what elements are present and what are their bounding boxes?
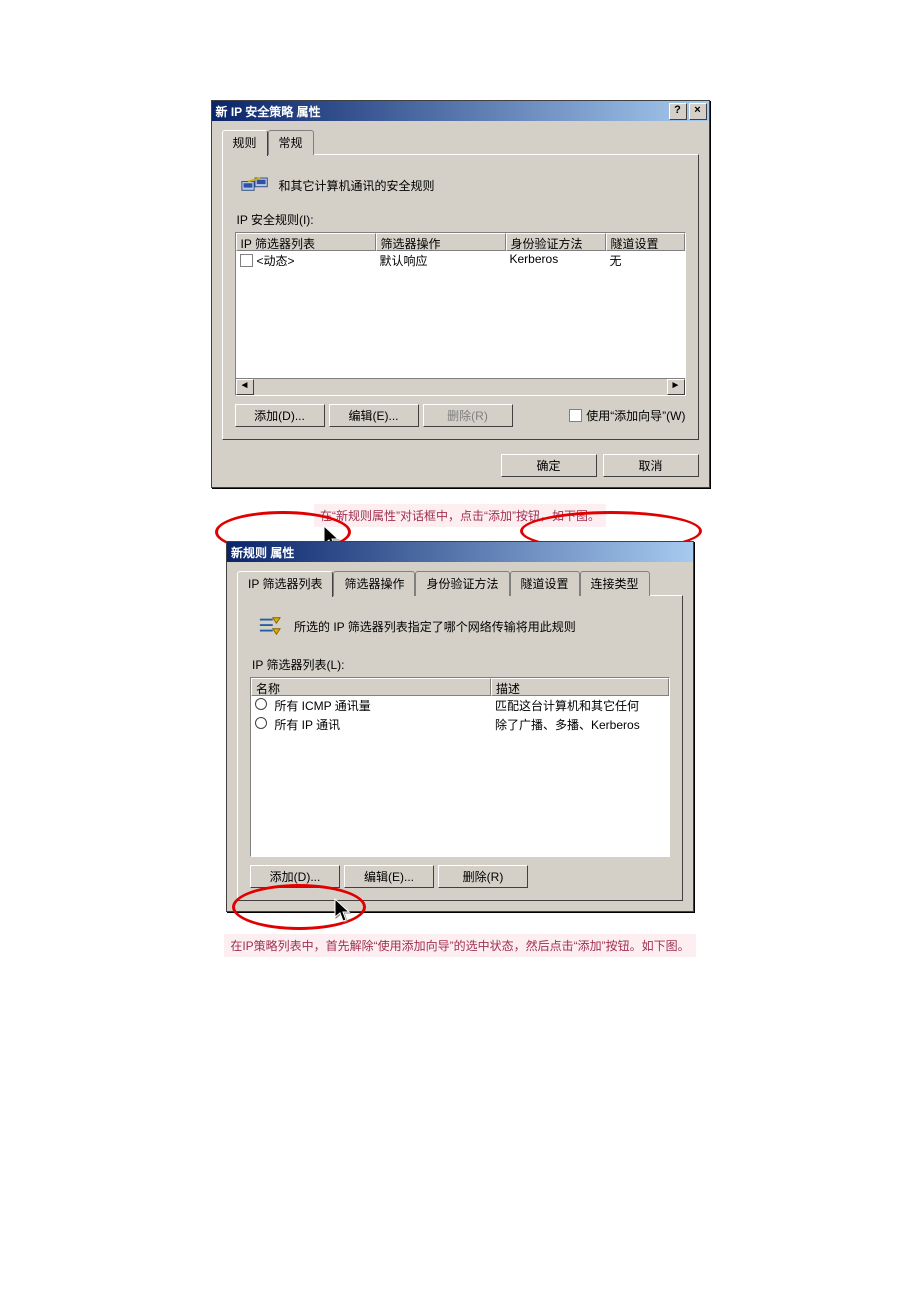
dialog-title: 新规则 属性: [231, 544, 691, 561]
tab-connection-type[interactable]: 连接类型: [580, 571, 650, 596]
column-auth-method[interactable]: 身份验证方法: [506, 233, 606, 251]
tab-filter-action[interactable]: 筛选器操作: [333, 571, 415, 596]
tab-tunnel[interactable]: 隧道设置: [510, 571, 580, 596]
cell-name: 所有 IP 通讯: [274, 718, 340, 732]
edit-button[interactable]: 编辑(E)...: [329, 404, 419, 427]
cell-filter-list: <动态>: [257, 252, 295, 269]
filter-list-label: IP 筛选器列表(L):: [252, 656, 670, 673]
cell-description: 除了广播、多播、Kerberos: [491, 716, 669, 733]
titlebar[interactable]: 新规则 属性: [227, 542, 693, 562]
ip-security-rules-list[interactable]: IP 筛选器列表 筛选器操作 身份验证方法 隧道设置 <动态>: [235, 232, 686, 396]
tabstrip: 规则 常规: [222, 129, 699, 155]
use-wizard-checkbox-wrap[interactable]: 使用“添加向导”(W): [569, 407, 685, 424]
cursor-icon: [334, 898, 352, 924]
scroll-right-button[interactable]: ►: [667, 379, 685, 395]
tab-ip-filter-list[interactable]: IP 筛选器列表: [237, 571, 333, 597]
column-description[interactable]: 描述: [491, 678, 669, 696]
cell-filter-action: 默认响应: [376, 252, 506, 270]
remove-button[interactable]: 删除(R): [423, 404, 513, 427]
add-button[interactable]: 添加(D)...: [235, 404, 325, 427]
add-button[interactable]: 添加(D)...: [250, 865, 340, 888]
highlight-add-button: [232, 884, 366, 930]
cell-auth-method: Kerberos: [506, 252, 606, 270]
dialog-title: 新 IP 安全策略 属性: [216, 103, 667, 120]
tab-general[interactable]: 常规: [268, 130, 314, 155]
cell-tunnel: 无: [606, 252, 685, 270]
horizontal-scrollbar[interactable]: ◄ ►: [236, 378, 685, 395]
column-name[interactable]: 名称: [251, 678, 491, 696]
edit-button[interactable]: 编辑(E)...: [344, 865, 434, 888]
help-button[interactable]: ?: [669, 103, 687, 120]
tab-auth-method[interactable]: 身份验证方法: [415, 571, 509, 596]
tabpanel-rules: 和其它计算机通讯的安全规则 IP 安全规则(I): IP 筛选器列表 筛选器操作…: [222, 154, 699, 440]
close-button[interactable]: ×: [689, 103, 707, 120]
ok-button[interactable]: 确定: [501, 454, 597, 477]
column-filter-action[interactable]: 筛选器操作: [376, 233, 506, 251]
new-rule-properties-dialog: 新规则 属性 IP 筛选器列表 筛选器操作 身份验证方法 隧道设置 连接类型: [226, 541, 694, 912]
use-wizard-label: 使用“添加向导”(W): [586, 407, 685, 424]
tab-rules[interactable]: 规则: [222, 130, 268, 156]
ip-security-policy-properties-dialog: 新 IP 安全策略 属性 ? × 规则 常规: [211, 100, 710, 488]
scroll-left-button[interactable]: ◄: [236, 379, 254, 395]
rules-description: 和其它计算机通讯的安全规则: [279, 177, 435, 194]
use-wizard-checkbox[interactable]: [569, 409, 582, 422]
table-row[interactable]: 所有 ICMP 通讯量 匹配这台计算机和其它任何: [251, 696, 669, 715]
cell-name: 所有 ICMP 通讯量: [274, 699, 370, 713]
remove-button[interactable]: 删除(R): [438, 865, 528, 888]
ip-filter-list[interactable]: 名称 描述 所有 ICMP 通讯量 匹配这台计算机和其它任何: [250, 677, 670, 857]
rules-list-label: IP 安全规则(I):: [237, 211, 686, 228]
caption-2: 在IP策略列表中，首先解除“使用添加向导”的选中状态，然后点击“添加”按钮。如下…: [224, 934, 695, 957]
computers-icon: [241, 173, 269, 197]
tabstrip: IP 筛选器列表 筛选器操作 身份验证方法 隧道设置 连接类型: [237, 570, 683, 596]
column-tunnel[interactable]: 隧道设置: [606, 233, 685, 251]
filter-list-icon: [256, 614, 284, 638]
table-row[interactable]: 所有 IP 通讯 除了广播、多播、Kerberos: [251, 715, 669, 734]
table-row[interactable]: <动态> 默认响应 Kerberos 无: [236, 251, 685, 271]
cell-description: 匹配这台计算机和其它任何: [491, 697, 669, 714]
cancel-button[interactable]: 取消: [603, 454, 699, 477]
filter-list-description: 所选的 IP 筛选器列表指定了哪个网络传输将用此规则: [294, 618, 576, 635]
filter-radio[interactable]: [255, 698, 267, 710]
tabpanel-ip-filter-list: 所选的 IP 筛选器列表指定了哪个网络传输将用此规则 IP 筛选器列表(L): …: [237, 595, 683, 901]
caption-1: 在“新规则属性”对话框中，点击“添加”按钮，如下图。: [314, 504, 606, 527]
titlebar[interactable]: 新 IP 安全策略 属性 ? ×: [212, 101, 709, 121]
filter-radio[interactable]: [255, 717, 267, 729]
rule-checkbox[interactable]: [240, 254, 253, 267]
column-filter-list[interactable]: IP 筛选器列表: [236, 233, 376, 251]
